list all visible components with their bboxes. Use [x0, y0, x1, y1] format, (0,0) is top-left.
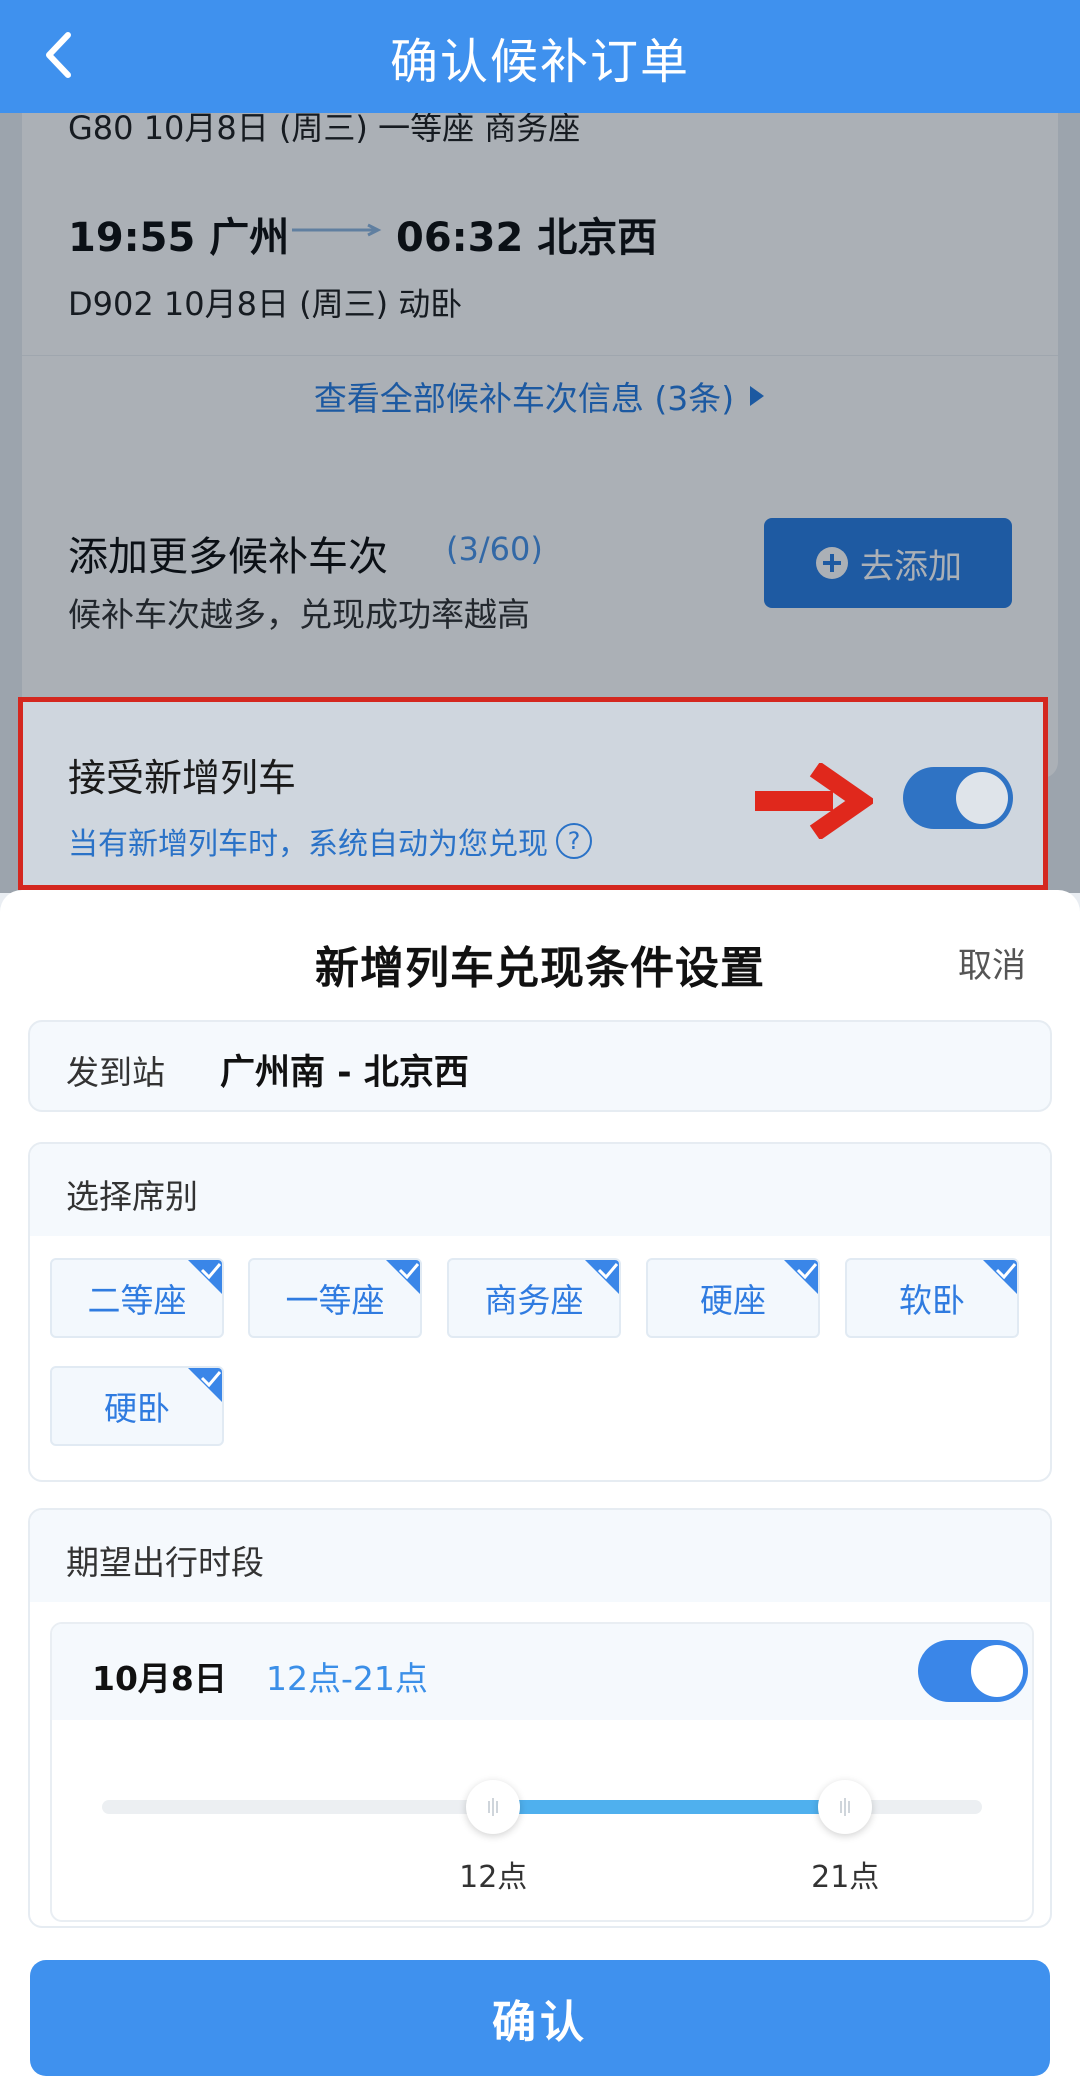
time-section: 期望出行时段 10月8日 12点-21点 12点 21点 [28, 1508, 1052, 1928]
seat-option-hard-sleeper[interactable]: 硬卧 [50, 1366, 224, 1446]
seat-option-label: 硬座 [700, 1281, 766, 1320]
accept-new-trains-title: 接受新增列车 [68, 756, 297, 800]
sheet-title: 新增列车兑现条件设置 [315, 943, 765, 994]
accept-new-trains-subtitle: 当有新增列车时，系统自动为您兑现 [68, 827, 548, 862]
toggle-knob [971, 1645, 1023, 1697]
checkmark-corner-icon [784, 1260, 818, 1294]
seat-option-business[interactable]: 商务座 [447, 1258, 621, 1338]
checkmark-corner-icon [386, 1260, 420, 1294]
checkmark-corner-icon [983, 1260, 1017, 1294]
red-arrow-annotation-icon [755, 763, 873, 839]
seat-option-label: 一等座 [285, 1281, 385, 1320]
grip-lines-icon [840, 1798, 851, 1816]
time-slider-fill [493, 1800, 846, 1814]
station-label: 发到站 [66, 1053, 165, 1092]
seat-option-hard-seat[interactable]: 硬座 [646, 1258, 820, 1338]
page-title: 确认候补订单 [389, 33, 690, 90]
question-circle-icon[interactable]: ? [556, 823, 592, 859]
day-date: 10月8日 [92, 1659, 227, 1698]
day-time-header: 10月8日 12点-21点 [52, 1624, 1032, 1720]
toggle-knob [956, 772, 1008, 824]
seat-option-label: 软卧 [899, 1281, 965, 1320]
time-slider-start-label: 12点 [459, 1860, 528, 1895]
checkmark-corner-icon [188, 1260, 222, 1294]
accept-new-trains-subtitle-row: 当有新增列车时，系统自动为您兑现 ? [68, 819, 592, 863]
seat-section: 选择席别 二等座 一等座 商务座 硬座 软卧 硬卧 [28, 1142, 1052, 1482]
station-value: 广州南 - 北京西 [220, 1053, 469, 1093]
time-slider-end-handle[interactable] [818, 1780, 873, 1834]
seat-option-soft-sleeper[interactable]: 软卧 [845, 1258, 1019, 1338]
seat-option-second-class[interactable]: 二等座 [50, 1258, 224, 1338]
top-bar: 确认候补订单 [0, 0, 1080, 113]
seat-option-label: 商务座 [484, 1281, 584, 1320]
back-button[interactable] [38, 26, 78, 84]
checkmark-corner-icon [188, 1368, 222, 1402]
condition-settings-sheet: 新增列车兑现条件设置 取消 发到站 广州南 - 北京西 选择席别 二等座 一等座… [0, 890, 1080, 2090]
seat-option-label: 二等座 [87, 1281, 187, 1320]
accept-new-trains-toggle[interactable] [903, 767, 1013, 829]
seat-section-label: 选择席别 [66, 1177, 198, 1216]
checkmark-corner-icon [585, 1260, 619, 1294]
chevron-left-icon [46, 32, 71, 78]
station-row: 发到站 广州南 - 北京西 [28, 1020, 1052, 1112]
seat-option-first-class[interactable]: 一等座 [248, 1258, 422, 1338]
day-time-range: 12点-21点 [266, 1659, 428, 1698]
time-section-header: 期望出行时段 [30, 1510, 1050, 1602]
confirm-button[interactable]: 确认 [30, 1960, 1050, 2076]
time-section-label: 期望出行时段 [66, 1543, 264, 1582]
accept-new-trains-card: 接受新增列车 当有新增列车时，系统自动为您兑现 ? [18, 697, 1048, 890]
seat-section-header: 选择席别 [30, 1144, 1050, 1236]
time-slider-end-label: 21点 [811, 1860, 880, 1895]
cancel-button[interactable]: 取消 [958, 938, 1026, 987]
time-slider-start-handle[interactable] [466, 1780, 521, 1834]
day-time-card: 10月8日 12点-21点 12点 21点 [50, 1622, 1034, 1922]
seat-option-label: 硬卧 [104, 1389, 170, 1428]
grip-lines-icon [488, 1798, 499, 1816]
day-time-toggle[interactable] [918, 1640, 1028, 1702]
